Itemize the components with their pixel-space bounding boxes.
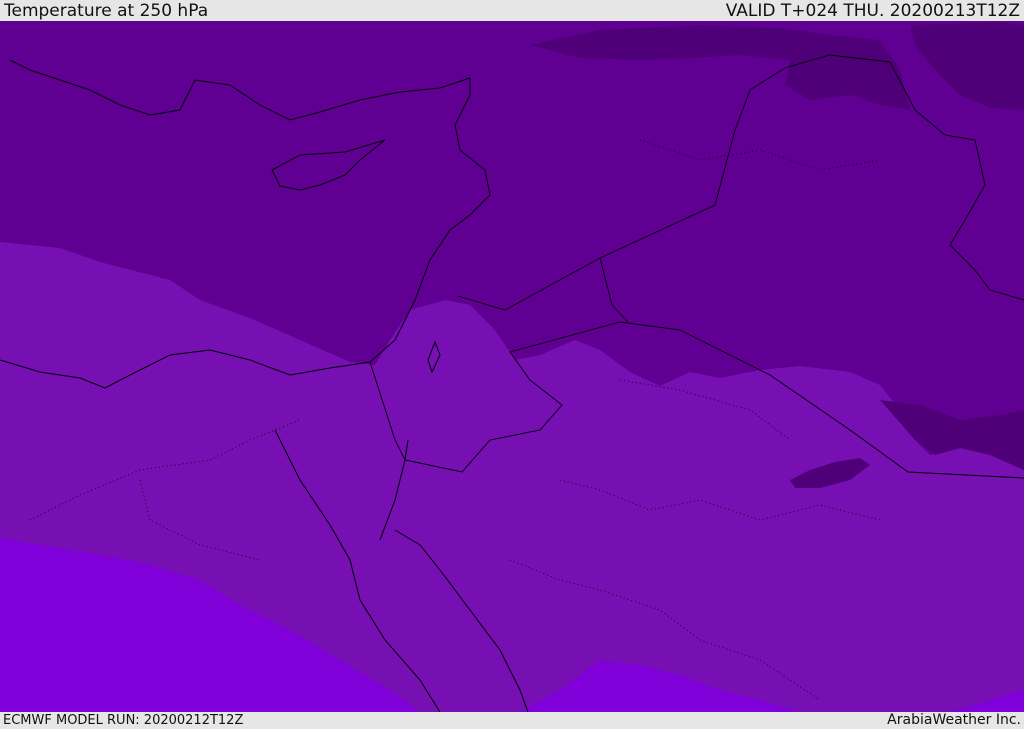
footer-bar: ECMWF MODEL RUN: 20200212T12Z ArabiaWeat… xyxy=(0,712,1024,729)
header-bar: Temperature at 250 hPa VALID T+024 THU. … xyxy=(0,0,1024,21)
map-canvas[interactable] xyxy=(0,21,1024,712)
map-title: Temperature at 250 hPa xyxy=(4,1,209,21)
brand-credit: ArabiaWeather Inc. xyxy=(887,712,1021,728)
model-run: ECMWF MODEL RUN: 20200212T12Z xyxy=(3,713,244,728)
valid-time: VALID T+024 THU. 20200213T12Z xyxy=(725,1,1020,21)
temperature-map xyxy=(0,21,1024,712)
